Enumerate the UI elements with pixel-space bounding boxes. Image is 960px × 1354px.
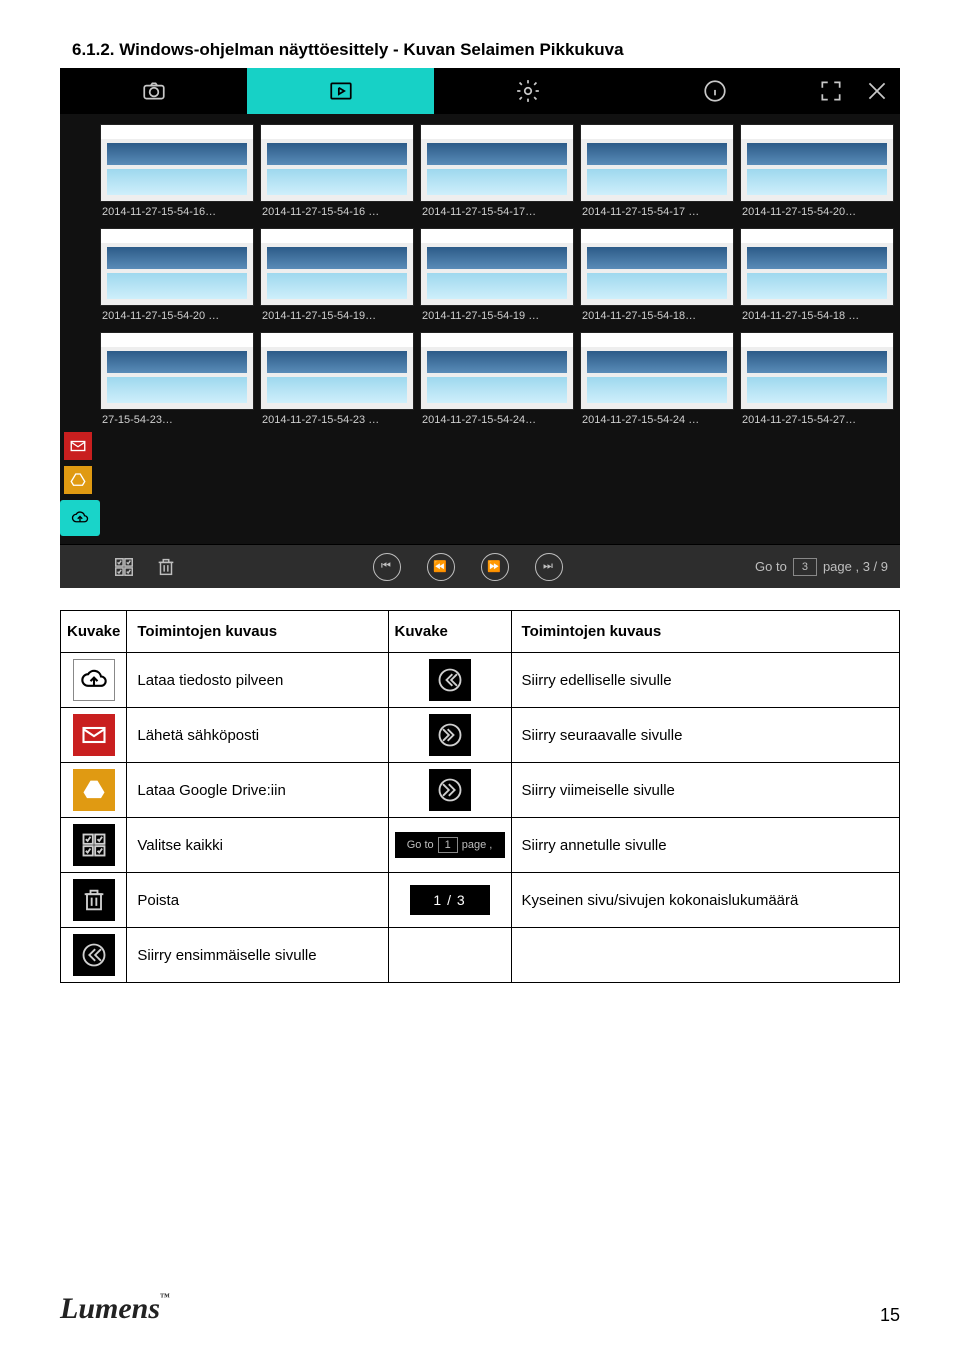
table-cell: Poista — [127, 873, 388, 928]
thumbnail-label: 2014-11-27-15-54-24 … — [580, 410, 734, 432]
page-footer: Lumens™ 15 — [60, 1292, 900, 1326]
table-cell: Siirry viimeiselle sivulle — [511, 763, 899, 818]
icon-description-table: Kuvake Toimintojen kuvaus Kuvake Toimint… — [60, 610, 900, 983]
thumbnail-item[interactable]: 2014-11-27-15-54-18 … — [740, 228, 894, 328]
brand-logo: Lumens™ — [60, 1292, 170, 1326]
thumbnail-item[interactable]: 2014-11-27-15-54-19 … — [420, 228, 574, 328]
thumbnail-label: 2014-11-27-15-54-20 … — [100, 306, 254, 328]
play-icon[interactable] — [247, 68, 434, 114]
thumbnail-label: 2014-11-27-15-54-17 … — [580, 202, 734, 224]
next-page-icon — [429, 714, 471, 756]
goto-page-control[interactable]: Go to 3 page , 3 / 9 — [755, 558, 888, 576]
page-nav-group: ⏮ ⏪ ⏩ ⏭ — [194, 553, 741, 581]
app-screenshot: 2014-11-27-15-54-16… 2014-11-27-15-54-16 … — [60, 68, 900, 588]
expand-icon[interactable] — [808, 68, 854, 114]
thumbnail-item[interactable]: 2014-11-27-15-54-18… — [580, 228, 734, 328]
mail-icon[interactable] — [64, 432, 92, 460]
thumbnail-label: 2014-11-27-15-54-16 … — [260, 202, 414, 224]
table-cell: Valitse kaikki — [127, 818, 388, 873]
first-page-icon — [73, 934, 115, 976]
thumbnail-label: 2014-11-27-15-54-17… — [420, 202, 574, 224]
table-cell: Siirry edelliselle sivulle — [511, 653, 899, 708]
thumbnail-label: 2014-11-27-15-54-24… — [420, 410, 574, 432]
last-page-icon[interactable]: ⏭ — [535, 553, 563, 581]
table-cell: Siirry annetulle sivulle — [511, 818, 899, 873]
goto-suffix: page , 3 / 9 — [823, 559, 888, 574]
thumbnail-item[interactable]: 2014-11-27-15-54-19… — [260, 228, 414, 328]
thumbnail-item[interactable]: 2014-11-27-15-54-17 … — [580, 124, 734, 224]
last-page-icon — [429, 769, 471, 811]
thumbnail-label: 2014-11-27-15-54-19… — [260, 306, 414, 328]
prev-page-icon[interactable]: ⏪ — [427, 553, 455, 581]
thumbnail-label: 2014-11-27-15-54-20… — [740, 202, 894, 224]
trash-icon — [73, 879, 115, 921]
section-heading: 6.1.2. Windows-ohjelman näyttöesittely -… — [60, 40, 900, 60]
table-cell: Lähetä sähköposti — [127, 708, 388, 763]
info-icon[interactable] — [621, 68, 808, 114]
select-all-icon — [73, 824, 115, 866]
table-cell: Kyseinen sivu/sivujen kokonaislukumäärä — [511, 873, 899, 928]
close-icon[interactable] — [854, 68, 900, 114]
page-indicator-icon: 1 / 3 — [410, 885, 490, 915]
drive-icon — [73, 769, 115, 811]
thumbnail-label: 2014-11-27-15-54-23 … — [260, 410, 414, 432]
drive-icon[interactable] — [64, 466, 92, 494]
table-cell: Siirry seuraavalle sivulle — [511, 708, 899, 763]
table-header: Kuvake — [388, 611, 511, 653]
first-page-icon[interactable]: ⏮ — [373, 553, 401, 581]
thumbnail-item[interactable]: 2014-11-27-15-54-20… — [740, 124, 894, 224]
thumbnail-item[interactable]: 2014-11-27-15-54-23 … — [260, 332, 414, 432]
thumbnail-item[interactable]: 2014-11-27-15-54-17… — [420, 124, 574, 224]
app-bottom-bar: ⏮ ⏪ ⏩ ⏭ Go to 3 page , 3 / 9 — [60, 544, 900, 588]
trash-icon[interactable] — [152, 553, 180, 581]
thumbnail-label: 27-15-54-23… — [100, 410, 254, 432]
goto-page-input[interactable]: 3 — [793, 558, 817, 576]
thumbnail-label: 2014-11-27-15-54-27… — [740, 410, 894, 432]
thumbnail-item[interactable]: 2014-11-27-15-54-27… — [740, 332, 894, 432]
thumbnail-label: 2014-11-27-15-54-19 … — [420, 306, 574, 328]
goto-page-control-icon: Go to1page , — [395, 832, 505, 858]
table-header: Toimintojen kuvaus — [127, 611, 388, 653]
app-toolbar — [60, 68, 900, 114]
table-header: Toimintojen kuvaus — [511, 611, 899, 653]
thumbnail-item[interactable]: 2014-11-27-15-54-16 … — [260, 124, 414, 224]
cloud-upload-icon[interactable] — [60, 500, 100, 536]
camera-icon[interactable] — [60, 68, 247, 114]
thumbnail-item[interactable]: 2014-11-27-15-54-24… — [420, 332, 574, 432]
thumbnail-item[interactable]: 2014-11-27-15-54-16… — [100, 124, 254, 224]
gear-icon[interactable] — [434, 68, 621, 114]
next-page-icon[interactable]: ⏩ — [481, 553, 509, 581]
thumbnail-item[interactable]: 2014-11-27-15-54-24 … — [580, 332, 734, 432]
table-cell: Lataa Google Drive:iin — [127, 763, 388, 818]
thumbnail-label: 2014-11-27-15-54-18 … — [740, 306, 894, 328]
table-cell-empty — [511, 928, 899, 983]
cloud-upload-icon — [73, 659, 115, 701]
thumbnail-label: 2014-11-27-15-54-16… — [100, 202, 254, 224]
page-number: 15 — [880, 1305, 900, 1326]
prev-page-icon — [429, 659, 471, 701]
table-header: Kuvake — [61, 611, 127, 653]
table-cell: Siirry ensimmäiselle sivulle — [127, 928, 388, 983]
thumbnail-label: 2014-11-27-15-54-18… — [580, 306, 734, 328]
side-action-icons — [64, 432, 100, 536]
goto-label: Go to — [755, 559, 787, 574]
thumbnail-area: 2014-11-27-15-54-16… 2014-11-27-15-54-16 … — [60, 114, 900, 544]
thumbnail-item[interactable]: 27-15-54-23… — [100, 332, 254, 432]
table-cell-empty — [388, 928, 511, 983]
select-all-icon[interactable] — [110, 553, 138, 581]
thumbnail-item[interactable]: 2014-11-27-15-54-20 … — [100, 228, 254, 328]
table-cell: Lataa tiedosto pilveen — [127, 653, 388, 708]
mail-icon — [73, 714, 115, 756]
